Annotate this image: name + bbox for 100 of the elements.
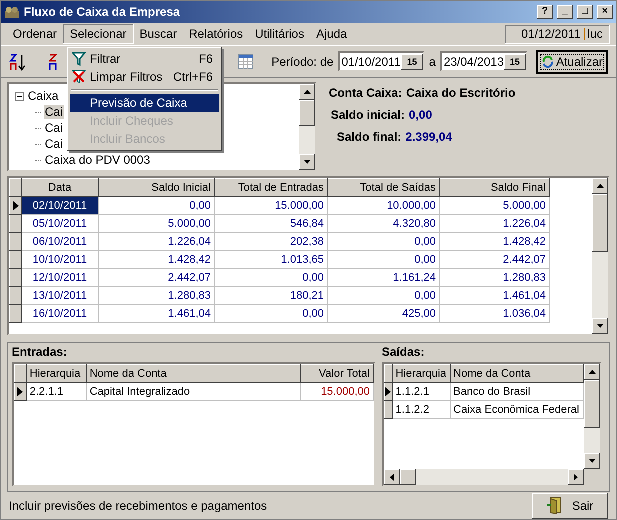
arrow-up-icon — [596, 184, 604, 188]
vertical-scrollbar[interactable] — [592, 178, 608, 334]
column-header[interactable]: Nome da Conta — [86, 364, 301, 382]
final-balance-value: 2.399,04 — [406, 130, 452, 144]
final-balance-label: Saldo final: — [337, 130, 402, 144]
scroll-thumb[interactable] — [400, 469, 416, 485]
table-cell: 0,00 — [328, 232, 440, 250]
arrow-down-icon — [304, 160, 310, 164]
panel-title: Entradas: — [12, 345, 68, 359]
clear-filter-icon — [72, 70, 86, 84]
menu-option[interactable]: Limpar Filtros Ctrl+F6 — [70, 68, 219, 86]
initial-balance-label: Saldo inicial: — [331, 108, 406, 122]
table-cell: Banco do Brasil — [450, 382, 584, 400]
vertical-scrollbar[interactable] — [584, 364, 600, 469]
menu-item[interactable]: Selecionar — [63, 24, 134, 44]
window-control-button[interactable]: □ — [577, 5, 593, 19]
table-cell: 10/10/2011 — [22, 250, 98, 268]
row-pointer-icon — [12, 200, 18, 210]
table-cell: 5.000,00 — [440, 196, 550, 214]
exit-button[interactable]: Sair — [532, 492, 608, 518]
initial-balance-value: 0,00 — [409, 108, 432, 122]
date-field[interactable]: 23/04/2013 15 — [440, 51, 528, 72]
window-control-button[interactable]: _ — [557, 5, 573, 19]
table-cell: 2.442,07 — [98, 268, 214, 286]
sort-descending-icon[interactable] — [48, 52, 59, 70]
table-cell: 0,00 — [98, 196, 214, 214]
scroll-down-button[interactable] — [584, 453, 600, 469]
table-cell: 15.000,00 — [300, 382, 374, 400]
table-cell: 1.280,83 — [440, 268, 550, 286]
table-cell: 1.280,83 — [98, 286, 214, 304]
column-header[interactable]: Total de Saídas — [328, 178, 440, 196]
column-header[interactable]: Valor Total — [300, 364, 374, 382]
calendar-button[interactable]: 15 — [504, 54, 526, 70]
door-icon — [546, 496, 564, 514]
menu-item[interactable]: Ajuda — [310, 25, 354, 43]
menu-item[interactable]: Relatórios — [183, 25, 250, 43]
table-cell: 1.036,04 — [440, 304, 550, 322]
column-header[interactable]: Data — [22, 178, 98, 196]
row-pointer-icon — [17, 386, 24, 396]
column-header[interactable]: Total de Entradas — [214, 178, 328, 196]
menu-item[interactable]: Utilitários — [249, 25, 310, 43]
table-cell: Caixa Econômica Federal — [450, 400, 584, 418]
menu-item[interactable]: Buscar — [134, 25, 184, 43]
table-cell: 202,38 — [214, 232, 328, 250]
column-header[interactable]: Saldo Final — [440, 178, 550, 196]
window-control-button[interactable]: ? — [537, 5, 553, 19]
table-cell: 0,00 — [214, 304, 328, 322]
horizontal-scrollbar[interactable] — [384, 469, 600, 485]
menu-option[interactable]: Filtrar F6 — [70, 50, 219, 68]
tree-item[interactable]: Caixa do PDV 0003 — [44, 153, 152, 167]
session-user: luc — [588, 27, 603, 41]
arrow-left-icon — [390, 474, 394, 480]
scroll-thumb[interactable] — [584, 380, 600, 428]
refresh-button[interactable]: Atualizar — [536, 50, 608, 74]
column-header[interactable]: Nome da Conta — [450, 364, 584, 382]
menu-option[interactable]: Previsão de Caixa — [70, 94, 219, 112]
table-cell: 15.000,00 — [214, 196, 328, 214]
table-cell: Capital Integralizado — [86, 382, 301, 400]
column-header[interactable]: Hierarquia — [26, 364, 86, 382]
tree-item[interactable]: Cai — [44, 105, 64, 119]
scroll-up-button[interactable] — [584, 364, 600, 380]
session-date: 01/12/2011 — [521, 27, 581, 41]
scroll-up-button[interactable] — [299, 84, 315, 100]
scroll-down-button[interactable] — [592, 318, 608, 334]
vertical-scrollbar[interactable] — [299, 84, 315, 170]
sort-ascending-icon[interactable] — [9, 52, 27, 70]
scroll-thumb[interactable] — [299, 100, 315, 126]
window-title: Fluxo de Caixa da Empresa — [24, 5, 182, 19]
table-cell: 1.461,04 — [440, 286, 550, 304]
scroll-thumb[interactable] — [592, 194, 608, 252]
tree-item[interactable]: Cai — [44, 137, 64, 151]
scroll-down-button[interactable] — [299, 154, 315, 170]
window-control-button[interactable]: × — [597, 5, 613, 19]
table-cell: 1.1.2.1 — [392, 382, 450, 400]
scroll-up-button[interactable] — [592, 178, 608, 194]
refresh-icon — [541, 54, 554, 68]
account-label: Conta Caixa: — [329, 86, 402, 100]
menu-item[interactable]: Ordenar — [7, 25, 64, 43]
table-cell: 1.428,42 — [440, 232, 550, 250]
table-cell: 2.2.1.1 — [26, 382, 86, 400]
tree-item[interactable]: Cai — [44, 121, 64, 135]
calendar-button[interactable]: 15 — [401, 54, 424, 70]
tree-item[interactable]: Caixa — [27, 89, 60, 103]
date-field[interactable]: 01/10/2011 15 — [338, 51, 426, 72]
scroll-right-button[interactable] — [568, 469, 584, 485]
filter-icon — [72, 52, 86, 66]
table-cell: 0,00 — [328, 250, 440, 268]
app-icon — [4, 5, 20, 19]
column-header[interactable]: Saldo Inicial — [98, 178, 214, 196]
table-cell: 02/10/2011 — [22, 196, 98, 214]
spreadsheet-icon[interactable] — [236, 52, 255, 70]
table-cell: 1.013,65 — [214, 250, 328, 268]
column-header[interactable]: Hierarquia — [392, 364, 450, 382]
arrow-up-icon — [304, 90, 310, 94]
collapse-icon[interactable] — [15, 92, 24, 100]
table-cell: 12/10/2011 — [22, 268, 98, 286]
arrow-down-icon — [596, 324, 604, 328]
period-label: Período: de — [272, 54, 334, 68]
scroll-left-button[interactable] — [384, 469, 400, 485]
arrow-right-icon — [574, 474, 578, 480]
